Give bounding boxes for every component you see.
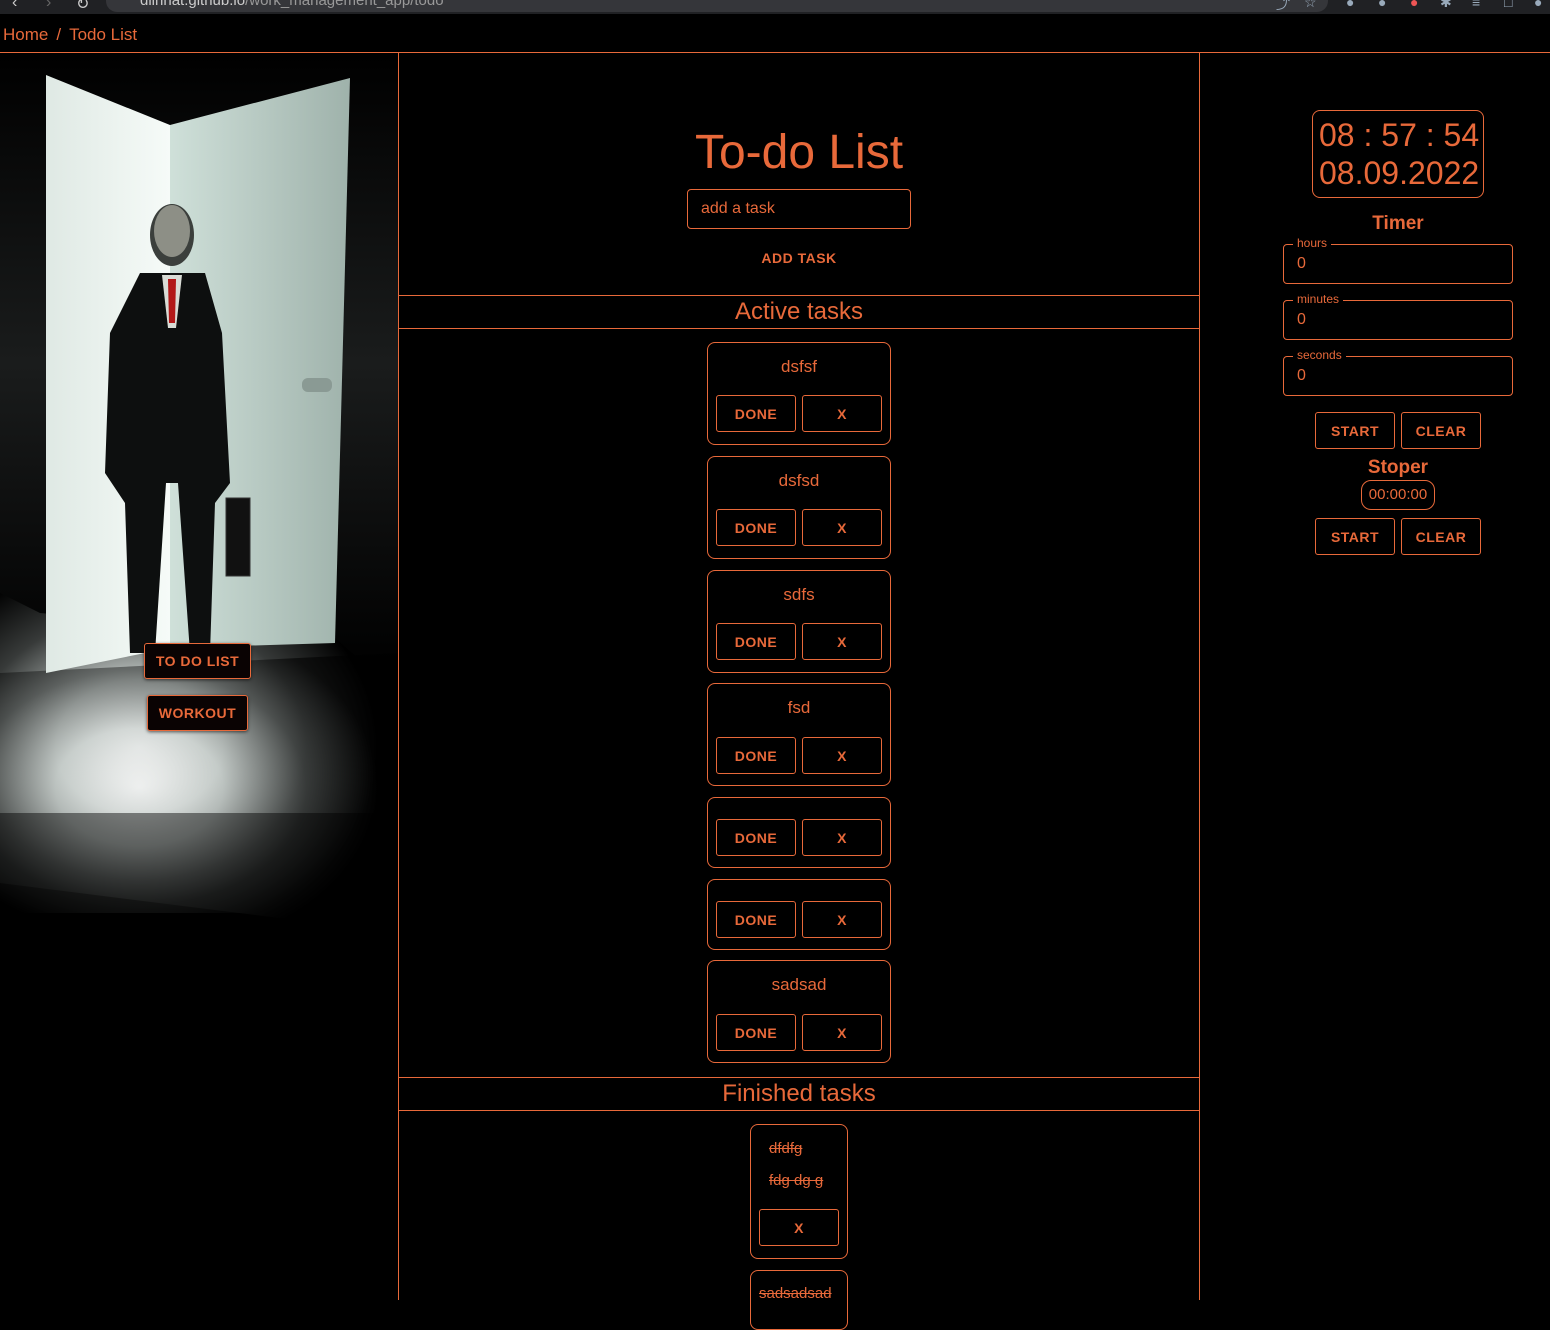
active-task-card: DONE X xyxy=(707,879,891,950)
active-task-card: fsd DONE X xyxy=(707,683,891,786)
finished-task-text: dfdfg xyxy=(769,1140,803,1157)
timer-clear-button[interactable]: CLEAR xyxy=(1401,412,1481,449)
seconds-value[interactable]: 0 xyxy=(1297,367,1306,385)
stoper-display: 00:00:00 xyxy=(1361,480,1435,510)
clock-display: 08 : 57 : 54 08.09.2022 xyxy=(1312,110,1484,198)
stoper-title: Stoper xyxy=(1367,457,1429,478)
remove-finished-button[interactable]: X xyxy=(759,1209,839,1246)
todo-panel: To-do List ADD TASK Active tasks dsfsf D… xyxy=(398,53,1200,1330)
finished-tasks-header: Finished tasks xyxy=(399,1077,1199,1111)
seconds-label: seconds xyxy=(1293,348,1346,362)
active-task-card: sadsad DONE X xyxy=(707,960,891,1063)
extension-icon[interactable]: ● xyxy=(1410,0,1418,10)
done-button[interactable]: DONE xyxy=(716,623,796,660)
done-button[interactable]: DONE xyxy=(716,901,796,938)
finished-task-card: dfdfg fdg dg g X xyxy=(750,1124,848,1259)
profile-avatar[interactable]: ● xyxy=(1534,0,1542,10)
clock-date: 08.09.2022 xyxy=(1319,155,1480,191)
task-name: fsd xyxy=(787,698,811,717)
active-task-card: dsfsf DONE X xyxy=(707,342,891,445)
window-icon[interactable]: □ xyxy=(1504,0,1512,10)
media-icon[interactable]: ≡ xyxy=(1472,0,1480,10)
workout-nav-button[interactable]: WORKOUT xyxy=(147,695,248,731)
breadcrumb-current: Todo List xyxy=(69,25,138,44)
page-title: To-do List xyxy=(694,126,904,179)
minutes-label: minutes xyxy=(1293,292,1344,306)
timer-title: Timer xyxy=(1372,213,1424,234)
hours-value[interactable]: 0 xyxy=(1297,255,1306,273)
reload-icon[interactable]: ↻ xyxy=(76,0,89,14)
remove-task-button[interactable]: X xyxy=(802,819,882,856)
share-icon[interactable]: ⤴ xyxy=(1276,0,1290,14)
active-task-card: DONE X xyxy=(707,797,891,868)
remove-task-button[interactable]: X xyxy=(802,509,882,546)
remove-task-button[interactable]: X xyxy=(802,623,882,660)
finished-task-card: sadsadsad xyxy=(750,1270,848,1330)
breadcrumb-separator: / xyxy=(56,25,62,44)
sidebar: TO DO LIST WORKOUT xyxy=(0,53,398,1300)
puzzle-icon[interactable]: ✱ xyxy=(1440,0,1452,11)
remove-task-button[interactable]: X xyxy=(802,737,882,774)
remove-task-button[interactable]: X xyxy=(802,901,882,938)
url-host: dlinhat.github.io xyxy=(140,0,246,9)
forward-icon[interactable]: › xyxy=(46,0,51,12)
timer-start-button[interactable]: START xyxy=(1315,412,1395,449)
done-button[interactable]: DONE xyxy=(716,395,796,432)
done-button[interactable]: DONE xyxy=(716,509,796,546)
minutes-value[interactable]: 0 xyxy=(1297,311,1306,329)
star-icon[interactable]: ☆ xyxy=(1304,0,1317,11)
task-name: dsfsf xyxy=(781,357,817,376)
add-task-input[interactable] xyxy=(687,189,911,229)
finished-task-text: fdg dg g xyxy=(769,1172,824,1189)
add-task-button[interactable]: ADD TASK xyxy=(739,243,859,273)
task-name: sdfs xyxy=(783,585,815,604)
finished-task-text: sadsadsad xyxy=(759,1285,832,1302)
done-button[interactable]: DONE xyxy=(716,1014,796,1051)
hours-label: hours xyxy=(1293,236,1332,250)
active-task-card: dsfsd DONE X xyxy=(707,456,891,559)
address-bar[interactable]: dlinhat.github.io/work_management_app/to… xyxy=(106,0,1328,12)
task-name: sadsad xyxy=(771,975,827,994)
minutes-field[interactable]: minutes 0 xyxy=(1283,292,1513,340)
stoper-start-button[interactable]: START xyxy=(1315,518,1395,555)
hours-field[interactable]: hours 0 xyxy=(1283,236,1513,284)
seconds-field[interactable]: seconds 0 xyxy=(1283,348,1513,396)
remove-task-button[interactable]: X xyxy=(802,1014,882,1051)
task-name: dsfsd xyxy=(778,471,820,490)
breadcrumb-home-link[interactable]: Home xyxy=(3,25,48,45)
clock-time: 08 : 57 : 54 xyxy=(1319,117,1480,153)
url-path: /work_management_app/todo xyxy=(245,0,444,9)
stoper-clear-button[interactable]: CLEAR xyxy=(1401,518,1481,555)
extension-icon[interactable]: ● xyxy=(1346,0,1354,10)
active-tasks-header: Active tasks xyxy=(399,295,1199,329)
todo-list-nav-button[interactable]: TO DO LIST xyxy=(144,643,251,679)
remove-task-button[interactable]: X xyxy=(802,395,882,432)
active-task-card: sdfs DONE X xyxy=(707,570,891,673)
back-icon[interactable]: ‹ xyxy=(12,0,17,12)
done-button[interactable]: DONE xyxy=(716,819,796,856)
extension-icon[interactable]: ● xyxy=(1378,0,1386,10)
done-button[interactable]: DONE xyxy=(716,737,796,774)
browser-toolbar: ‹ › ↻ dlinhat.github.io/work_management_… xyxy=(0,0,1550,14)
breadcrumb: Home / Todo List xyxy=(3,24,137,46)
